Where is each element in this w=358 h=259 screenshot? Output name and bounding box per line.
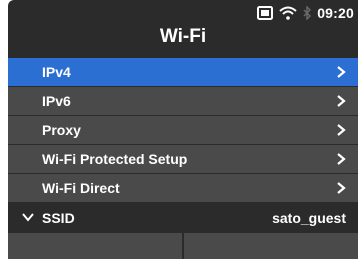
sd-card-icon bbox=[257, 6, 274, 20]
menu-item-label: IPv6 bbox=[42, 93, 71, 109]
printer-screen: 09:20 Wi-Fi IPv4 IPv6 Proxy Wi-Fi Protec… bbox=[0, 0, 358, 259]
ssid-label: SSID bbox=[42, 209, 75, 226]
softkey-left[interactable] bbox=[8, 233, 184, 259]
ssid-row[interactable]: SSID sato_guest bbox=[8, 203, 358, 232]
clock-time: 09:20 bbox=[317, 5, 354, 21]
menu-item-ipv6[interactable]: IPv6 bbox=[8, 87, 358, 116]
chevron-right-icon bbox=[337, 182, 346, 194]
status-bar: 09:20 bbox=[257, 3, 354, 23]
chevron-right-icon bbox=[337, 124, 346, 136]
chevron-right-icon bbox=[337, 153, 346, 165]
chevron-right-icon bbox=[337, 95, 346, 107]
menu-item-label: Wi-Fi Protected Setup bbox=[42, 151, 188, 167]
page-title: Wi-Fi bbox=[159, 26, 207, 47]
wifi-icon bbox=[279, 6, 297, 20]
wifi-settings-panel: 09:20 Wi-Fi IPv4 IPv6 Proxy Wi-Fi Protec… bbox=[8, 0, 358, 259]
softkey-right[interactable] bbox=[184, 233, 358, 259]
menu-item-label: IPv4 bbox=[42, 64, 71, 80]
menu-item-label: Wi-Fi Direct bbox=[42, 180, 120, 196]
bluetooth-icon bbox=[303, 6, 312, 20]
softkey-bar bbox=[8, 233, 358, 259]
ssid-value: sato_guest bbox=[272, 209, 346, 226]
settings-menu: IPv4 IPv6 Proxy Wi-Fi Protected Setup Wi… bbox=[8, 58, 358, 203]
menu-item-label: Proxy bbox=[42, 122, 81, 138]
menu-item-ipv4[interactable]: IPv4 bbox=[8, 58, 358, 87]
menu-item-wifi-protected-setup[interactable]: Wi-Fi Protected Setup bbox=[8, 145, 358, 174]
menu-item-proxy[interactable]: Proxy bbox=[8, 116, 358, 145]
menu-item-wifi-direct[interactable]: Wi-Fi Direct bbox=[8, 174, 358, 203]
chevron-down-icon bbox=[22, 213, 34, 222]
chevron-right-icon bbox=[337, 66, 346, 78]
